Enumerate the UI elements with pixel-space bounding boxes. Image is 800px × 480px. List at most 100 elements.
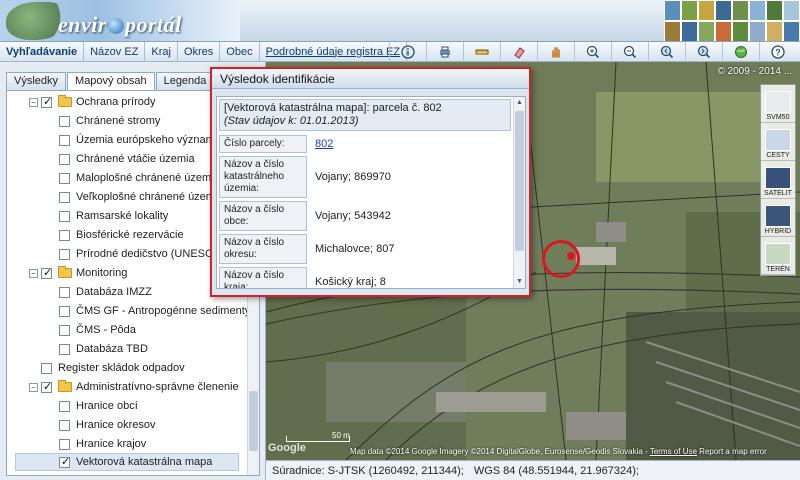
help-icon[interactable]: ? [759, 42, 796, 62]
attr-label: Názov a číslo obce: [219, 201, 307, 231]
google-logo[interactable]: Google [268, 442, 306, 454]
map-type-label: TERÉN [766, 266, 790, 273]
tree-item-ramsarske[interactable]: Ramsarské lokality [59, 207, 168, 225]
tab-vysledky[interactable]: Výsledky [6, 72, 67, 90]
print-icon[interactable] [426, 42, 463, 62]
tree-item-hranice-krajov[interactable]: Hranice krajov [59, 435, 146, 453]
scroll-down-icon[interactable]: ▼ [516, 278, 524, 286]
tree-item-maloplosne[interactable]: Maloplošné chránené územia [59, 169, 220, 187]
attr-row: Názov a číslo okresu: Michalovce; 807 [219, 234, 511, 264]
layer-checkbox[interactable] [59, 419, 70, 431]
attr-row: Názov a číslo katastrálneho územia: Voja… [219, 156, 511, 198]
tree-item-cms-gf[interactable]: ČMS GF - Antropogénne sedimenty [59, 302, 250, 320]
map-type-satelit[interactable]: SATELIT [761, 161, 795, 199]
logo[interactable]: envir portál [0, 0, 240, 41]
report-error-link[interactable]: Report a map error [699, 447, 767, 456]
tree-group-monitoring[interactable]: − Monitoring [29, 264, 127, 282]
pan-hand-icon[interactable] [537, 42, 574, 62]
tree-group-admin[interactable]: − Administratívno-správne členenie [29, 378, 239, 396]
map-type-thumb [765, 167, 791, 189]
layer-checkbox[interactable] [59, 248, 70, 260]
layer-checkbox[interactable] [59, 153, 70, 165]
tree-label: Hranice obcí [76, 400, 138, 412]
layer-checkbox[interactable] [59, 115, 70, 127]
layer-checkbox[interactable] [41, 95, 52, 108]
nav-nazov-ez[interactable]: Názov EZ [84, 41, 146, 62]
tree-item-unesco[interactable]: Prírodné dedičstvo (UNESCO) [59, 245, 225, 263]
map-type-label: SVM50 [766, 114, 790, 121]
map-type-teren[interactable]: TERÉN [761, 237, 795, 275]
layer-checkbox[interactable] [59, 191, 70, 203]
tab-mapovy-obsah[interactable]: Mapový obsah [67, 72, 155, 91]
terms-link[interactable]: Terms of Use [650, 447, 697, 456]
full-extent-icon[interactable] [722, 42, 759, 62]
tree-item-register-skladok[interactable]: Register skládok odpadov [41, 359, 185, 377]
tree-label: Ochrana prírody [76, 96, 156, 108]
tree-group-ochrana-prirody[interactable]: − Ochrana prírody [29, 93, 155, 111]
header: envir portál [0, 0, 800, 42]
nav-vyhladavanie[interactable]: Vyhľadávanie [0, 41, 85, 62]
map-type-thumb [765, 205, 791, 227]
tree-label: Biosférické rezervácie [76, 229, 184, 241]
tree-item-uzemia-eur[interactable]: Územia európskeho významu [59, 131, 221, 149]
layer-checkbox[interactable] [41, 266, 52, 279]
tree-item-tbd[interactable]: Databáza TBD [59, 340, 148, 358]
layer-checkbox[interactable] [59, 305, 70, 317]
scroll-thumb[interactable] [249, 391, 258, 451]
layer-checkbox[interactable] [59, 455, 70, 468]
zoom-prev-icon[interactable] [648, 42, 685, 62]
attr-value: Michalovce; 807 [315, 243, 395, 255]
dialog-title[interactable]: Výsledok identifikácie [212, 69, 529, 89]
parcel-number-link[interactable]: 802 [307, 135, 511, 153]
tree-item-hranice-okresov[interactable]: Hranice okresov [59, 416, 155, 434]
nav-okres[interactable]: Okres [178, 41, 221, 62]
layer-checkbox[interactable] [59, 400, 70, 412]
layer-checkbox[interactable] [59, 438, 70, 450]
nav-kraj[interactable]: Kraj [145, 41, 178, 62]
layer-checkbox[interactable] [59, 229, 70, 241]
tab-legenda[interactable]: Legenda [155, 72, 215, 90]
scroll-thumb[interactable] [515, 111, 524, 251]
dialog-scrollbar[interactable]: ▲ ▼ [513, 97, 525, 288]
layer-checkbox[interactable] [59, 324, 70, 336]
scroll-up-icon[interactable]: ▲ [516, 99, 524, 107]
tree-item-cms-poda[interactable]: ČMS - Pôda [59, 321, 136, 339]
measure-icon[interactable] [463, 42, 500, 62]
collapse-icon[interactable]: − [29, 382, 38, 392]
layer-checkbox[interactable] [41, 380, 52, 393]
map-type-svm50[interactable]: SVM50 [761, 85, 795, 123]
globe-icon [107, 18, 124, 34]
attr-row: Číslo parcely: 802 [219, 135, 511, 153]
layer-checkbox[interactable] [59, 210, 70, 222]
tree-label: Databáza TBD [76, 343, 148, 355]
tree-item-velkoplosne[interactable]: Veľkoplošné chránené územia [59, 188, 224, 206]
layer-checkbox[interactable] [59, 286, 70, 298]
layer-checkbox[interactable] [59, 343, 70, 355]
nav-obec[interactable]: Obec [220, 41, 260, 62]
map-type-cesty[interactable]: CESTY [761, 123, 795, 161]
collapse-icon[interactable]: − [29, 97, 38, 107]
layer-checkbox[interactable] [59, 172, 70, 184]
layer-checkbox[interactable] [41, 362, 52, 374]
tree-label: Veľkoplošné chránené územia [76, 191, 224, 203]
layer-checkbox[interactable] [59, 134, 70, 146]
info-icon[interactable] [389, 42, 426, 62]
photo-strip [664, 0, 800, 41]
zoom-out-icon[interactable] [611, 42, 648, 62]
tree-item-hranice-obci[interactable]: Hranice obcí [59, 397, 138, 415]
tree-item-chranene-vtacie[interactable]: Chránené vtáčie územia [59, 150, 195, 168]
zoom-in-icon[interactable] [574, 42, 611, 62]
tree-item-imzz[interactable]: Databáza IMZZ [59, 283, 152, 301]
tree-item-katastralna-mapa[interactable]: Vektorová katastrálna mapa [15, 453, 239, 471]
nav-podrobne-udaje[interactable]: Podrobné údaje registra EZ [260, 41, 408, 62]
map-type-switcher: SVM50 CESTY SATELIT HYBRID TERÉN [760, 84, 796, 276]
collapse-icon[interactable]: − [29, 268, 38, 278]
tree-item-biosfericke[interactable]: Biosférické rezervácie [59, 226, 184, 244]
map-type-hybrid[interactable]: HYBRID [761, 199, 795, 237]
status-bar: Súradnice: S-JTSK (1260492, 211344); WGS… [266, 460, 800, 480]
tree-item-chranene-stromy[interactable]: Chránené stromy [59, 112, 160, 130]
logo-text: envir portál [58, 12, 182, 37]
eraser-icon[interactable] [500, 42, 537, 62]
folder-icon [58, 95, 72, 107]
zoom-next-icon[interactable] [685, 42, 722, 62]
